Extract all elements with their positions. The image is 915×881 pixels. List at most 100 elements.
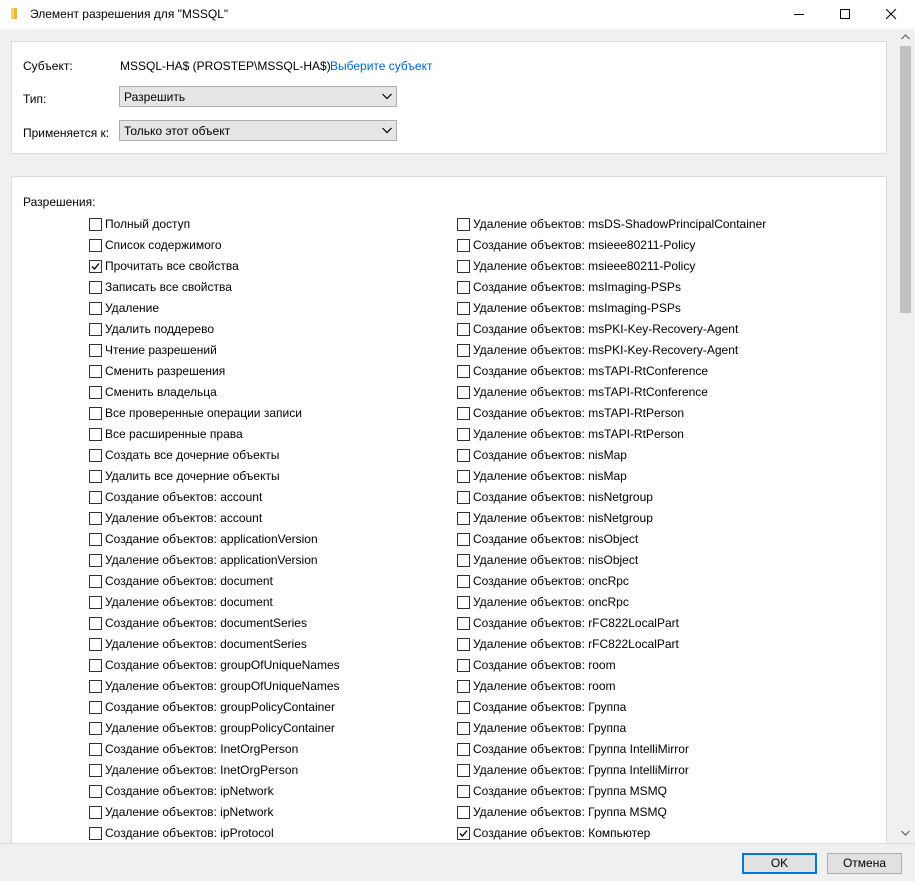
checkbox-unchecked[interactable]	[457, 701, 470, 714]
permission-label: Создание объектов: oncRpc	[473, 574, 629, 588]
type-dropdown[interactable]: Разрешить	[119, 86, 397, 107]
checkbox-unchecked[interactable]	[89, 239, 102, 252]
checkbox-unchecked[interactable]	[89, 638, 102, 651]
checkbox-unchecked[interactable]	[89, 470, 102, 483]
checkbox-unchecked[interactable]	[89, 533, 102, 546]
checkbox-unchecked[interactable]	[457, 449, 470, 462]
minimize-button[interactable]	[777, 0, 823, 29]
checkbox-unchecked[interactable]	[89, 428, 102, 441]
permission-label: Удаление объектов: account	[105, 511, 263, 525]
permission-label: Чтение разрешений	[105, 343, 217, 357]
principal-panel: Субъект: MSSQL-HA$ (PROSTEP\MSSQL-HA$) В…	[11, 41, 887, 154]
title-bar: Элемент разрешения для "MSSQL"	[0, 0, 915, 29]
checkbox-unchecked[interactable]	[89, 701, 102, 714]
permission-label: Удаление объектов: applicationVersion	[105, 553, 318, 567]
applies-to-label: Применяется к:	[23, 126, 110, 140]
checkbox-unchecked[interactable]	[457, 680, 470, 693]
permission-label: Создать все дочерние объекты	[105, 448, 280, 462]
permission-label: Создание объектов: InetOrgPerson	[105, 742, 299, 756]
permission-label: Удаление объектов: nisNetgroup	[473, 511, 653, 525]
checkbox-unchecked[interactable]	[457, 764, 470, 777]
checkbox-unchecked[interactable]	[89, 722, 102, 735]
checkbox-unchecked[interactable]	[457, 281, 470, 294]
vertical-scrollbar[interactable]	[897, 29, 915, 843]
checkbox-unchecked[interactable]	[457, 407, 470, 420]
checkbox-checked[interactable]	[457, 827, 470, 840]
select-subject-link[interactable]: Выберите субъект	[330, 59, 432, 73]
checkbox-unchecked[interactable]	[89, 323, 102, 336]
permission-label: Полный доступ	[105, 217, 191, 231]
type-label: Тип:	[23, 92, 47, 106]
checkbox-unchecked[interactable]	[89, 491, 102, 504]
checkbox-unchecked[interactable]	[457, 512, 470, 525]
checkbox-unchecked[interactable]	[89, 554, 102, 567]
scroll-down-icon[interactable]	[901, 830, 910, 836]
checkbox-unchecked[interactable]	[89, 344, 102, 357]
checkbox-unchecked[interactable]	[457, 575, 470, 588]
checkbox-unchecked[interactable]	[457, 239, 470, 252]
close-button[interactable]	[869, 0, 915, 29]
permission-label: Создание объектов: nisObject	[473, 532, 639, 546]
permission-label: Создание объектов: Группа MSMQ	[473, 784, 667, 798]
permission-label: Удаление объектов: documentSeries	[105, 637, 307, 651]
maximize-icon	[840, 9, 850, 19]
checkbox-unchecked[interactable]	[457, 323, 470, 336]
permission-label: Удаление объектов: msImaging-PSPs	[473, 301, 681, 315]
permission-label: Создание объектов: nisNetgroup	[473, 490, 653, 504]
cancel-button[interactable]: Отмена	[827, 853, 902, 874]
checkbox-unchecked[interactable]	[89, 386, 102, 399]
checkbox-unchecked[interactable]	[457, 491, 470, 504]
checkbox-unchecked[interactable]	[89, 302, 102, 315]
checkbox-unchecked[interactable]	[457, 218, 470, 231]
checkbox-unchecked[interactable]	[89, 764, 102, 777]
checkbox-unchecked[interactable]	[89, 218, 102, 231]
checkbox-unchecked[interactable]	[457, 743, 470, 756]
checkbox-unchecked[interactable]	[89, 743, 102, 756]
checkbox-unchecked[interactable]	[457, 722, 470, 735]
checkbox-unchecked[interactable]	[457, 806, 470, 819]
checkbox-unchecked[interactable]	[89, 365, 102, 378]
checkbox-unchecked[interactable]	[457, 386, 470, 399]
checkbox-unchecked[interactable]	[89, 407, 102, 420]
checkbox-unchecked[interactable]	[457, 533, 470, 546]
checkbox-unchecked[interactable]	[457, 428, 470, 441]
permission-label: Удаление объектов: room	[473, 679, 616, 693]
permission-label: Удаление объектов: groupOfUniqueNames	[105, 679, 340, 693]
ok-button[interactable]: OK	[742, 853, 817, 874]
checkbox-unchecked[interactable]	[89, 512, 102, 525]
maximize-button[interactable]	[823, 0, 869, 29]
permission-label: Список содержимого	[105, 238, 222, 252]
checkbox-unchecked[interactable]	[457, 596, 470, 609]
checkbox-unchecked[interactable]	[89, 827, 102, 840]
checkbox-unchecked[interactable]	[457, 302, 470, 315]
applies-to-dropdown[interactable]: Только этот объект	[119, 120, 397, 141]
checkbox-unchecked[interactable]	[89, 281, 102, 294]
checkbox-unchecked[interactable]	[457, 470, 470, 483]
scroll-up-icon[interactable]	[901, 34, 910, 40]
checkbox-unchecked[interactable]	[89, 806, 102, 819]
checkbox-unchecked[interactable]	[457, 617, 470, 630]
scrollbar-thumb[interactable]	[900, 46, 911, 313]
permission-label: Удаление объектов: nisObject	[473, 553, 639, 567]
checkbox-unchecked[interactable]	[89, 659, 102, 672]
checkbox-unchecked[interactable]	[89, 785, 102, 798]
checkbox-unchecked[interactable]	[89, 680, 102, 693]
permission-label: Создание объектов: msImaging-PSPs	[473, 280, 681, 294]
checkbox-checked[interactable]	[89, 260, 102, 273]
checkbox-unchecked[interactable]	[457, 260, 470, 273]
checkbox-unchecked[interactable]	[89, 596, 102, 609]
checkbox-unchecked[interactable]	[89, 617, 102, 630]
permission-label: Удаление объектов: Группа	[473, 721, 627, 735]
checkbox-unchecked[interactable]	[457, 554, 470, 567]
checkbox-unchecked[interactable]	[457, 638, 470, 651]
checkbox-unchecked[interactable]	[457, 785, 470, 798]
checkbox-unchecked[interactable]	[457, 365, 470, 378]
checkbox-unchecked[interactable]	[89, 575, 102, 588]
permission-label: Удаление объектов: msTAPI-RtConference	[473, 385, 708, 399]
checkbox-unchecked[interactable]	[457, 659, 470, 672]
permission-label: Удаление объектов: InetOrgPerson	[105, 763, 299, 777]
chevron-down-icon	[382, 127, 392, 134]
folder-icon	[11, 8, 17, 19]
checkbox-unchecked[interactable]	[457, 344, 470, 357]
checkbox-unchecked[interactable]	[89, 449, 102, 462]
